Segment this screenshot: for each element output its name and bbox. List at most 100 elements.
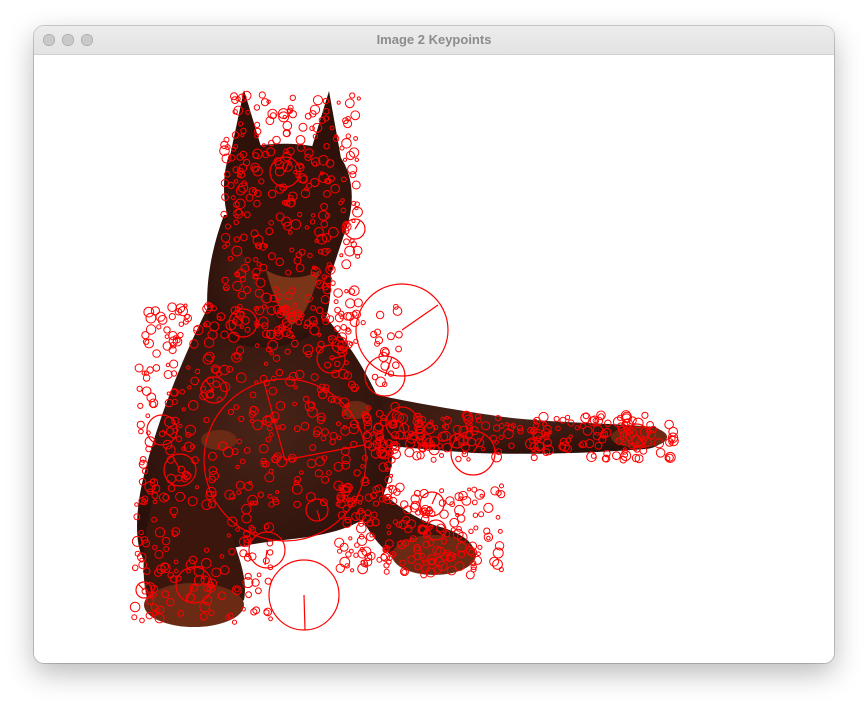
keypoint xyxy=(337,548,343,554)
keypoint xyxy=(334,537,345,548)
keypoint xyxy=(375,310,385,320)
keypoint xyxy=(336,100,341,105)
keypoint xyxy=(641,411,649,419)
keypoint xyxy=(356,96,361,101)
keypoint xyxy=(473,525,479,531)
keypoint xyxy=(438,499,447,507)
keypoint xyxy=(371,373,379,381)
keypoint xyxy=(478,511,485,518)
keypoint xyxy=(333,288,343,298)
keypoint xyxy=(468,528,474,534)
dog-photo xyxy=(137,90,667,627)
dog-paw-left xyxy=(144,583,244,627)
keypoint xyxy=(268,616,274,622)
keypoint xyxy=(472,512,479,518)
keypoint xyxy=(486,535,491,541)
keypoint xyxy=(351,218,356,224)
keypoint xyxy=(243,554,252,562)
keypoint xyxy=(612,451,621,461)
keypoint xyxy=(455,455,462,463)
keypoint xyxy=(163,370,173,379)
keypoint xyxy=(347,164,358,175)
keypoint xyxy=(499,483,504,489)
keypoint xyxy=(146,392,157,403)
keypoint xyxy=(395,330,403,339)
keypoint xyxy=(351,180,361,190)
keypoint xyxy=(137,402,144,409)
keypoint xyxy=(245,591,253,599)
keypoint xyxy=(353,136,359,141)
keypoint xyxy=(450,527,456,533)
keypoint xyxy=(383,568,390,575)
keypoint xyxy=(404,447,415,458)
keypoint xyxy=(264,577,272,585)
keypoint xyxy=(334,306,342,314)
keypoint xyxy=(341,259,352,270)
keypoint xyxy=(655,448,666,458)
keypoint xyxy=(136,385,143,392)
keypoint xyxy=(348,536,353,541)
keypoint xyxy=(136,420,145,429)
keypoint xyxy=(343,238,350,246)
keypoint xyxy=(349,317,360,328)
keypoint xyxy=(401,569,408,576)
keypoint xyxy=(392,361,400,370)
keypoint xyxy=(439,509,449,519)
keypoint xyxy=(473,555,482,565)
keypoint xyxy=(335,563,345,573)
keypoint xyxy=(462,450,467,455)
keypoint xyxy=(354,206,359,211)
keypoint xyxy=(454,504,465,516)
keypoint xyxy=(479,493,484,498)
keypoint xyxy=(345,298,356,309)
keypoint xyxy=(145,312,157,324)
keypoint xyxy=(282,120,293,131)
window-title: Image 2 Keypoints xyxy=(376,32,492,47)
keypoint xyxy=(439,453,444,458)
title-bar[interactable]: Image 2 Keypoints xyxy=(34,26,834,55)
keypoint xyxy=(350,568,355,573)
keypoint xyxy=(152,364,161,372)
keypoint xyxy=(177,331,184,339)
keypoint xyxy=(565,414,571,420)
keypoint xyxy=(553,415,560,422)
keypoint xyxy=(145,324,157,335)
keypoint xyxy=(267,549,274,556)
image-canvas xyxy=(34,55,834,663)
keypoint xyxy=(254,121,261,129)
keypoint xyxy=(309,104,321,115)
keypoint xyxy=(395,345,403,353)
keypoint xyxy=(360,320,366,326)
keypoint xyxy=(476,551,481,557)
keypoint xyxy=(168,313,176,321)
keypoint xyxy=(141,386,152,397)
keypoint xyxy=(244,572,252,580)
keypoint xyxy=(590,453,597,459)
keypoint xyxy=(356,522,367,534)
keypoint xyxy=(129,601,141,613)
keypoint xyxy=(260,98,270,107)
keypoint xyxy=(258,91,266,99)
keypoint xyxy=(149,401,157,408)
keypoint xyxy=(344,289,349,294)
keypoint xyxy=(467,487,472,492)
keypoint xyxy=(430,456,437,463)
keypoint xyxy=(341,138,352,149)
keypoint xyxy=(134,363,144,373)
keypoint xyxy=(131,614,138,621)
keypoint xyxy=(353,298,363,308)
keypoint xyxy=(497,528,503,534)
keypoint xyxy=(298,122,308,132)
keypoint xyxy=(345,551,352,558)
keypoint xyxy=(664,419,674,430)
keypoint xyxy=(477,544,483,550)
keypoint xyxy=(386,332,395,341)
keypoint xyxy=(165,362,171,368)
keypoint xyxy=(340,324,348,331)
keypoint xyxy=(163,326,171,334)
keypoint xyxy=(157,315,168,325)
keypoint xyxy=(342,157,348,162)
keypoint xyxy=(138,428,144,435)
app-window: Image 2 Keypoints xyxy=(34,26,834,663)
keypoint xyxy=(255,587,262,595)
